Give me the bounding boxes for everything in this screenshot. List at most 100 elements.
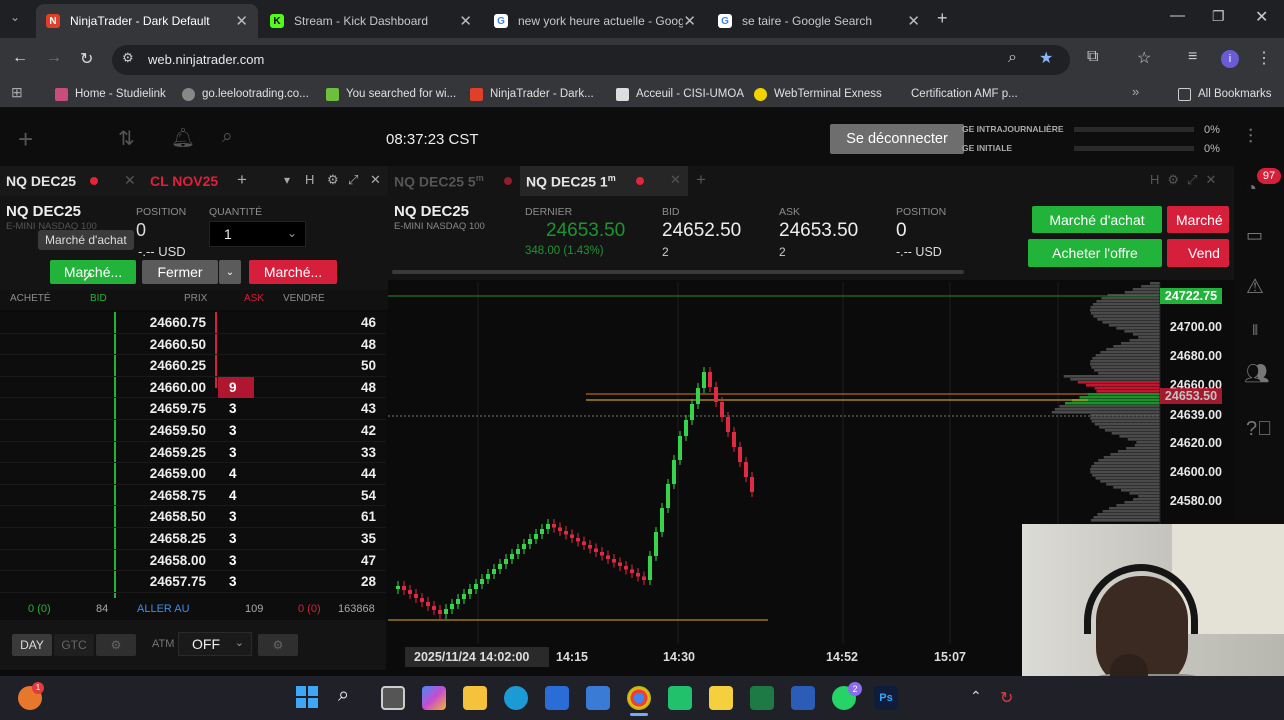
- ladder-sell-volume[interactable]: 48: [361, 337, 376, 352]
- notes-icon[interactable]: [709, 686, 733, 710]
- add-tab-icon[interactable]: +: [696, 170, 706, 190]
- atm-select[interactable]: OFF ⌄: [178, 632, 252, 656]
- minimize-icon[interactable]: —: [1170, 7, 1185, 24]
- edge-icon[interactable]: [504, 686, 528, 710]
- back-icon[interactable]: ←: [12, 49, 28, 67]
- close-tab-icon[interactable]: ✕: [907, 12, 920, 30]
- quantity-input[interactable]: 1 ⌄: [209, 221, 306, 247]
- ladder-sell-volume[interactable]: 35: [361, 531, 376, 546]
- browser-tab-google-ny[interactable]: G new york heure actuelle - Goog ✕: [484, 4, 706, 38]
- forward-icon[interactable]: →: [46, 49, 62, 67]
- ladder-row[interactable]: 24659.75 3 43: [0, 398, 386, 420]
- dropdown-icon[interactable]: ▾: [284, 173, 290, 187]
- sliders-icon[interactable]: ⫶: [1248, 126, 1253, 149]
- sell-button[interactable]: Vend: [1167, 239, 1229, 267]
- ladder-ask-size[interactable]: 3: [218, 506, 254, 527]
- ladder-row[interactable]: 24658.75 4 54: [0, 485, 386, 507]
- chevron-down-icon[interactable]: ⌄: [235, 636, 244, 649]
- close-tab-icon[interactable]: ✕: [235, 12, 248, 30]
- ladder-row[interactable]: 24659.25 3 33: [0, 442, 386, 464]
- close-position-button[interactable]: Fermer: [142, 260, 218, 284]
- chevron-up-icon[interactable]: ⌃: [970, 688, 982, 705]
- close-icon[interactable]: ✕: [124, 172, 136, 189]
- ladder-row[interactable]: 24658.25 3 35: [0, 528, 386, 550]
- ladder-row[interactable]: 24660.75 46: [0, 312, 386, 334]
- app-icon[interactable]: [586, 686, 610, 710]
- bookmark-leelootrading[interactable]: go.leelootrading.co...: [182, 86, 309, 102]
- ladder-sell-volume[interactable]: 50: [361, 358, 376, 373]
- site-info-icon[interactable]: ⚙: [122, 50, 134, 66]
- ladder-sell-volume[interactable]: 54: [361, 488, 376, 503]
- app-icon[interactable]: [668, 686, 692, 710]
- taskview-icon[interactable]: [381, 686, 405, 710]
- excel-icon[interactable]: [750, 686, 774, 710]
- photoshop-icon[interactable]: Ps: [874, 686, 898, 710]
- bookmark-studielink[interactable]: Home - Studielink: [55, 86, 166, 102]
- ladder-row[interactable]: 24660.00 9 48: [0, 376, 386, 399]
- warning-icon[interactable]: ⚠: [1246, 274, 1264, 299]
- close-icon[interactable]: ✕: [670, 172, 681, 188]
- ladder-ask-size[interactable]: 4: [218, 485, 254, 506]
- tif-gtc-button[interactable]: GTC: [54, 634, 94, 656]
- buy-market-button[interactable]: Marché d'achat: [1032, 206, 1162, 233]
- bookmark-amf[interactable]: Certification AMF p...: [891, 86, 1018, 102]
- ladder-sell-volume[interactable]: 28: [361, 574, 376, 589]
- media-icon[interactable]: ≡: [1188, 48, 1197, 66]
- extensions-icon[interactable]: ⧉: [1087, 48, 1098, 66]
- ladder-sell-volume[interactable]: 33: [361, 445, 376, 460]
- close-panel-icon[interactable]: ✕: [370, 172, 381, 188]
- browser-tab-ninjatrader[interactable]: N NinjaTrader - Dark Default ✕: [36, 4, 258, 38]
- tab-nq-1m[interactable]: NQ DEC25 1m: [526, 173, 616, 190]
- bookmark-ninjatrader[interactable]: NinjaTrader - Dark...: [470, 86, 594, 102]
- add-icon[interactable]: +: [18, 124, 33, 155]
- chart-scrollbar[interactable]: [392, 270, 964, 274]
- atm-settings-icon[interactable]: ⚙: [258, 634, 298, 656]
- bookmark-star-icon[interactable]: ★: [1039, 48, 1053, 68]
- ladder-row[interactable]: 24658.00 3 47: [0, 550, 386, 572]
- chevron-down-icon[interactable]: ⌄: [287, 226, 297, 240]
- tray-icon[interactable]: ↻: [1000, 688, 1013, 708]
- search-icon[interactable]: ⌕: [338, 684, 349, 707]
- browser-tab-kick[interactable]: K Stream - Kick Dashboard ✕: [260, 4, 482, 38]
- word-icon[interactable]: [791, 686, 815, 710]
- logout-button[interactable]: Se déconnecter: [830, 124, 964, 154]
- menu-icon[interactable]: ⋮: [1256, 48, 1272, 68]
- chrome-icon[interactable]: [627, 686, 651, 710]
- ladder-row[interactable]: 24658.50 3 61: [0, 506, 386, 528]
- tab-nq-5m[interactable]: NQ DEC25 5m: [394, 173, 484, 190]
- address-bar[interactable]: web.ninjatrader.com: [112, 45, 1070, 75]
- ladder-ask-size[interactable]: 3: [218, 571, 254, 592]
- chevron-right-icon[interactable]: »: [1132, 84, 1139, 99]
- ladder-sell-volume[interactable]: 42: [361, 423, 376, 438]
- search-icon[interactable]: ⌕: [222, 126, 233, 148]
- ladder-ask-size[interactable]: 3: [218, 442, 254, 463]
- bookmark-cisi[interactable]: Acceuil - CISI-UMOA: [616, 86, 744, 102]
- columns-icon[interactable]: ⦀: [1252, 322, 1258, 339]
- sort-arrows-icon[interactable]: ⇅: [118, 126, 135, 151]
- explorer-icon[interactable]: [463, 686, 487, 710]
- bookmark-exness[interactable]: WebTerminal Exness: [754, 86, 882, 102]
- tif-settings-icon[interactable]: ⚙: [96, 634, 136, 656]
- close-tab-icon[interactable]: ✕: [683, 12, 696, 30]
- panel-tools-icon[interactable]: H⚙⤢✕: [1150, 172, 1224, 188]
- browser-tab-google-taire[interactable]: G se taire - Google Search ✕: [708, 4, 930, 38]
- store-icon[interactable]: [545, 686, 569, 710]
- header-icon[interactable]: H: [305, 172, 314, 187]
- add-tab-icon[interactable]: +: [237, 170, 247, 190]
- ladder-row[interactable]: 24660.25 50: [0, 355, 386, 377]
- new-tab-icon[interactable]: +: [937, 8, 948, 29]
- sell-market-button[interactable]: Marché: [1167, 206, 1229, 233]
- ladder-ask-size[interactable]: 9: [218, 376, 254, 398]
- goto-button[interactable]: ALLER AU: [137, 603, 190, 615]
- profile-avatar[interactable]: i: [1221, 50, 1239, 68]
- zoom-icon[interactable]: ⌕: [1008, 49, 1017, 67]
- settings-icon[interactable]: ⚙: [327, 172, 339, 188]
- close-window-icon[interactable]: ✕: [1255, 7, 1268, 27]
- maximize-icon[interactable]: ❐: [1212, 8, 1225, 25]
- orders-icon[interactable]: ◔: [1246, 178, 1257, 199]
- tab-cl-nov25[interactable]: CL NOV25: [150, 173, 218, 189]
- ladder-ask-size[interactable]: 3: [218, 398, 254, 419]
- ladder-ask-size[interactable]: 4: [218, 463, 254, 484]
- ladder-sell-volume[interactable]: 61: [361, 509, 376, 524]
- start-icon[interactable]: [296, 686, 318, 708]
